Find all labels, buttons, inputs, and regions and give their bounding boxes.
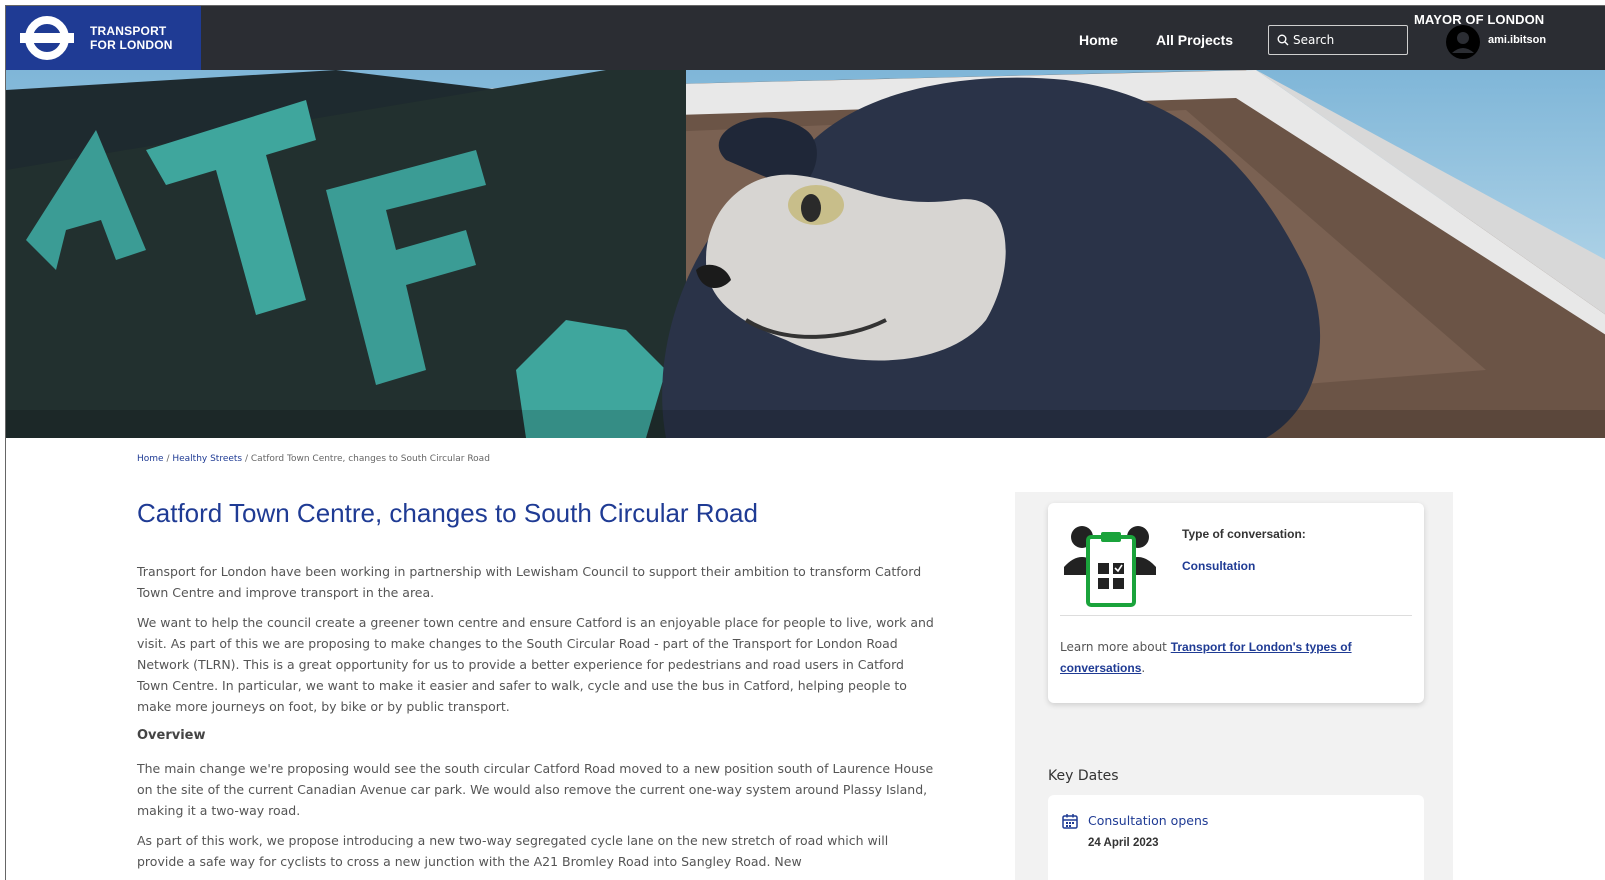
logo-line-1: TRANSPORT	[90, 24, 167, 38]
logo-line-2: FOR LONDON	[90, 38, 173, 52]
top-navigation-bar: TRANSPORT FOR LONDON Home All Projects S…	[6, 6, 1605, 70]
app-frame: TRANSPORT FOR LONDON Home All Projects S…	[5, 5, 1605, 880]
search-placeholder: Search	[1293, 33, 1335, 47]
search-icon	[1277, 34, 1289, 46]
tfl-logo[interactable]: TRANSPORT FOR LONDON	[6, 6, 201, 70]
body-paragraph: We want to help the council create a gre…	[137, 615, 934, 714]
conversation-type-label: Type of conversation:	[1182, 527, 1306, 541]
consultation-clipboard-icon	[1064, 526, 1156, 607]
intro-paragraph: Transport for London have been working i…	[137, 564, 922, 600]
cycle-lane-paragraph: As part of this work, we propose introdu…	[137, 833, 889, 869]
overview-paragraph: The main change we're proposing would se…	[137, 761, 934, 818]
learn-more-suffix: .	[1141, 661, 1146, 675]
search-input[interactable]: Search	[1268, 25, 1408, 55]
key-date-label: Consultation opens	[1088, 813, 1209, 828]
breadcrumb-current: Catford Town Centre, changes to South Ci…	[250, 454, 490, 464]
conversation-type-link[interactable]: Consultation	[1182, 559, 1255, 573]
key-dates-heading: Key Dates	[1048, 768, 1119, 784]
breadcrumb-home-link[interactable]: Home	[137, 454, 164, 464]
breadcrumb: Home / Healthy Streets / Catford Town Ce…	[137, 454, 490, 464]
conversation-type-card: Type of conversation: Consultation Learn…	[1048, 503, 1424, 703]
nav-all-projects-link[interactable]: All Projects	[1156, 32, 1233, 48]
card-divider	[1060, 615, 1412, 616]
key-date-card: Consultation opens 24 April 2023	[1048, 795, 1424, 880]
key-date-value: 24 April 2023	[1088, 837, 1159, 849]
breadcrumb-separator: /	[242, 454, 251, 464]
page-title: Catford Town Centre, changes to South Ci…	[137, 498, 758, 528]
learn-more-prefix: Learn more about	[1060, 640, 1171, 654]
overview-heading: Overview	[137, 728, 206, 743]
tfl-roundel-icon	[20, 16, 74, 60]
hero-image	[6, 70, 1605, 438]
nav-home-link[interactable]: Home	[1079, 32, 1118, 48]
calendar-icon	[1062, 814, 1078, 829]
username-label[interactable]: ami.ibitson	[1488, 34, 1546, 46]
logo-text: TRANSPORT FOR LONDON	[90, 24, 173, 52]
breadcrumb-section-link[interactable]: Healthy Streets	[172, 454, 242, 464]
user-avatar-icon[interactable]	[1446, 25, 1480, 59]
learn-more-text: Learn more about Transport for London's …	[1060, 637, 1410, 679]
